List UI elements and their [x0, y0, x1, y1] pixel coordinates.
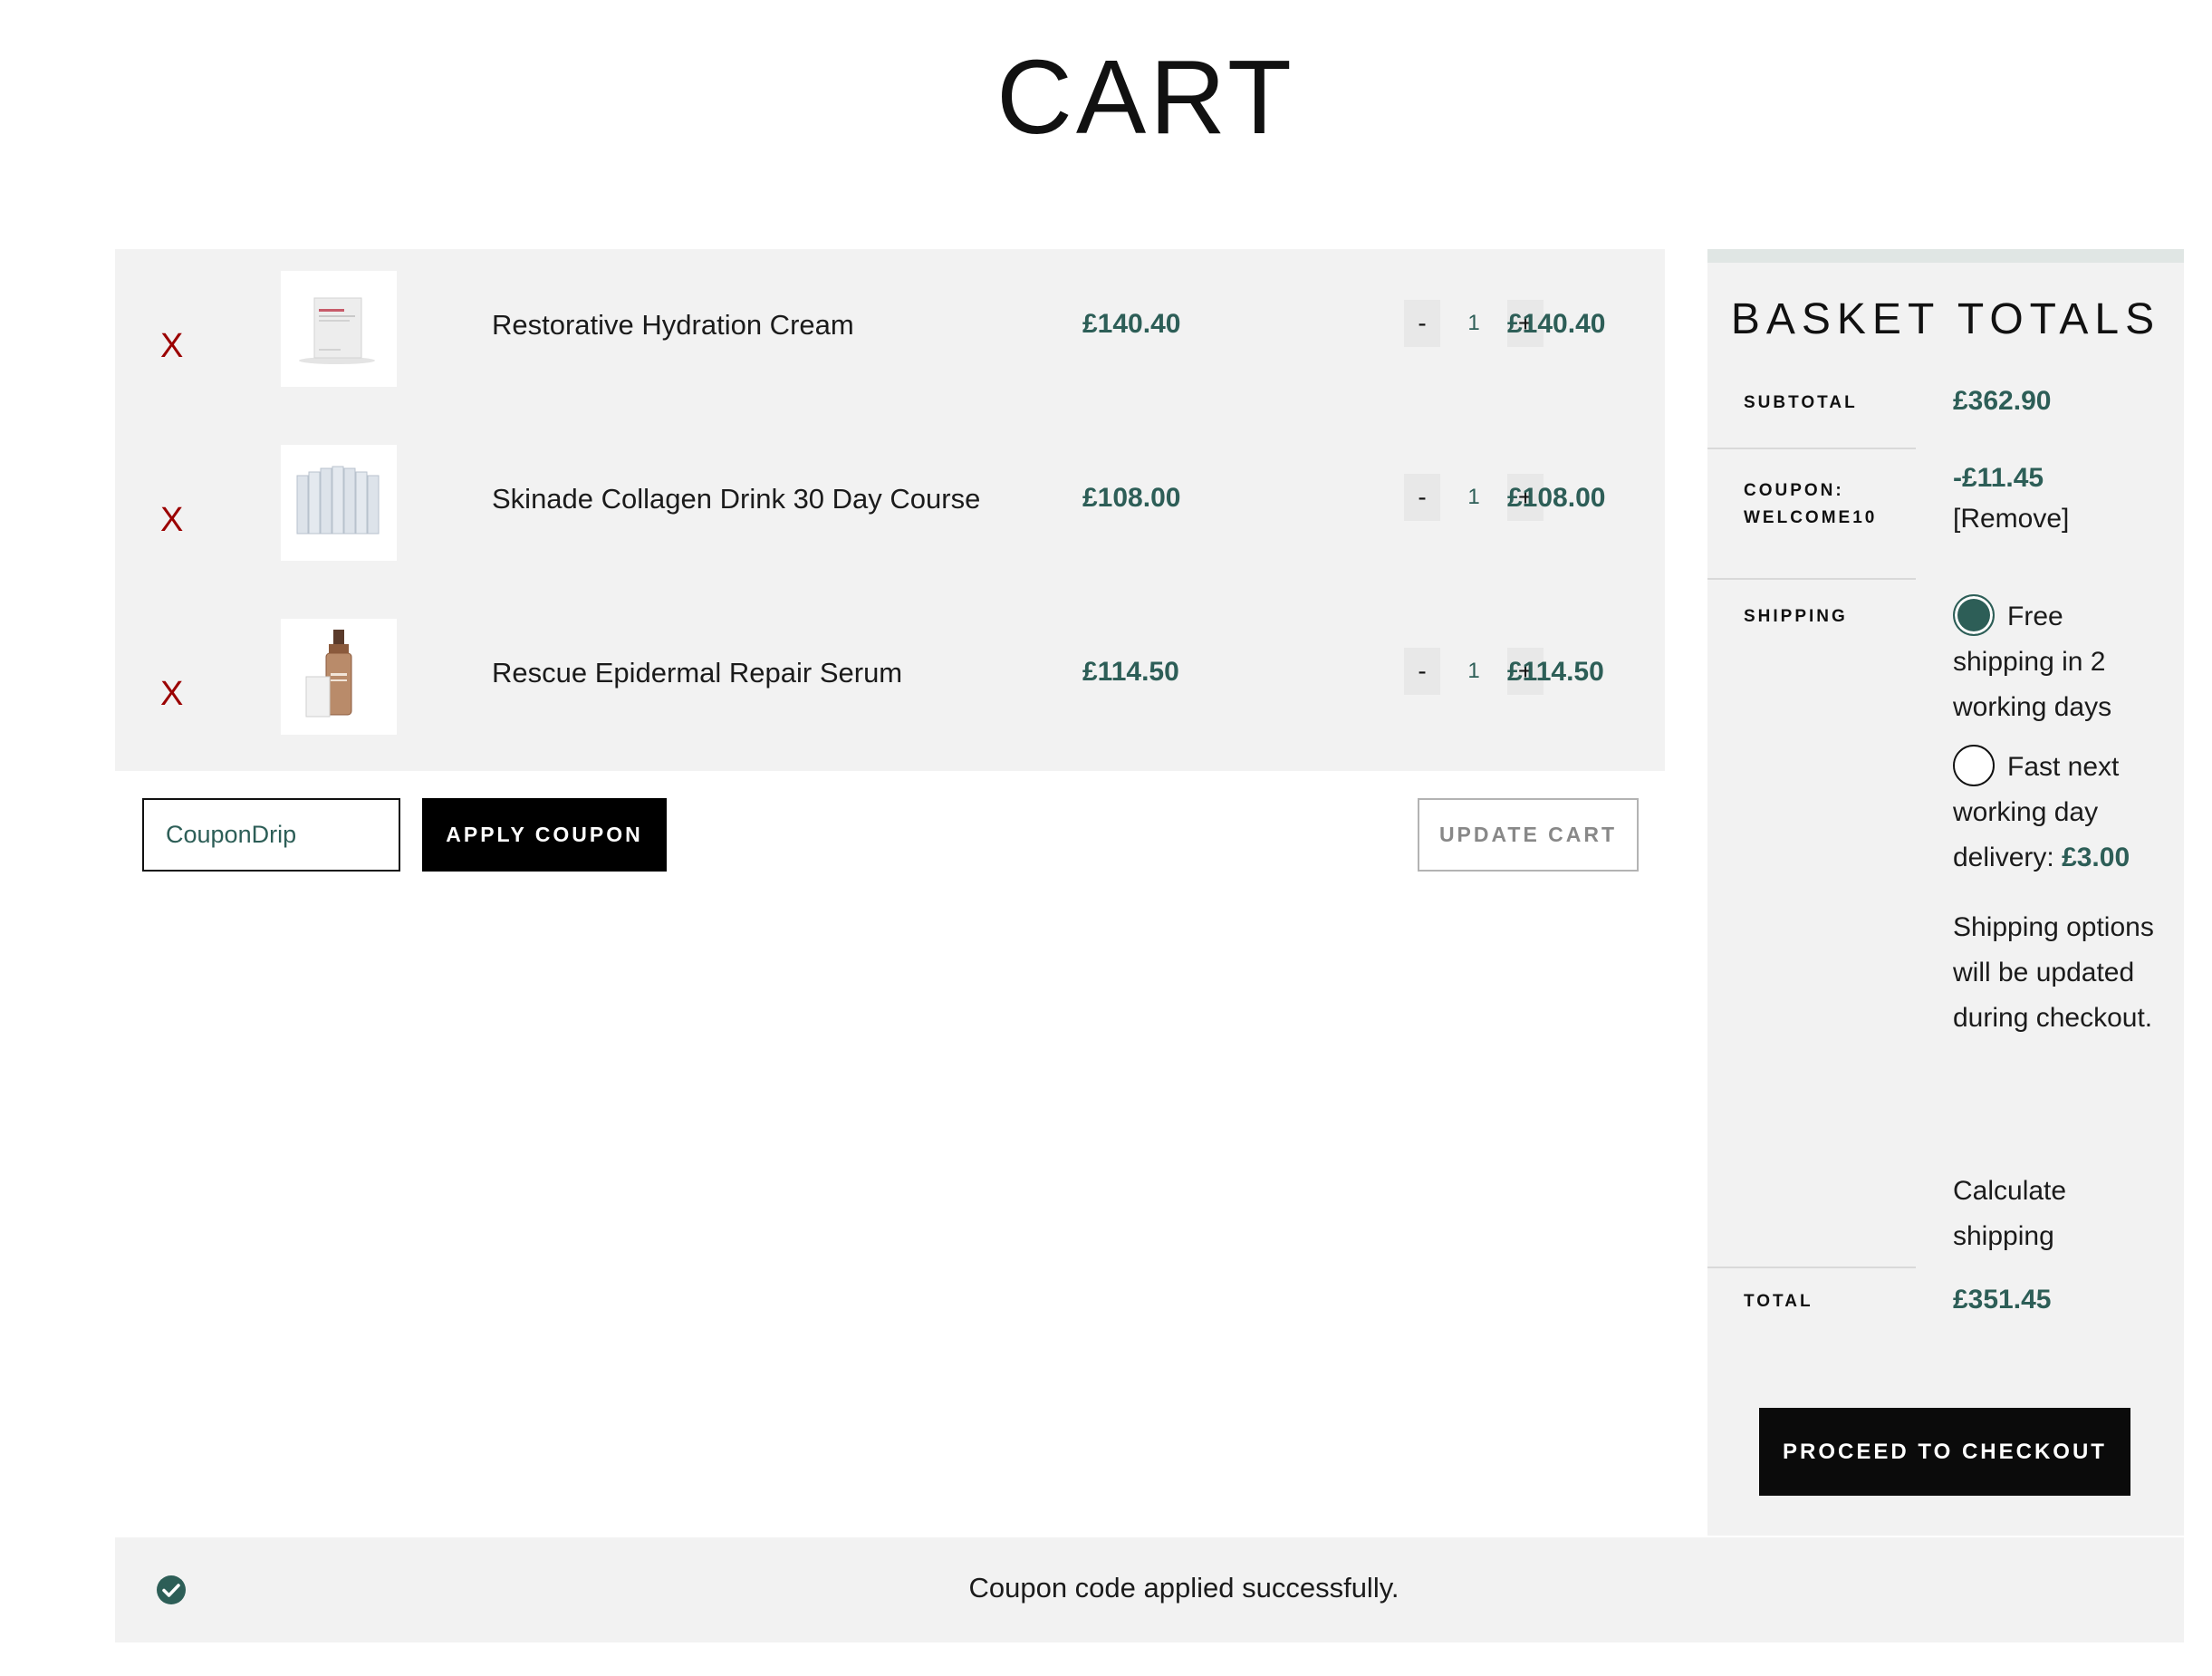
product-serum-bottle-image — [281, 619, 397, 735]
remove-item-icon[interactable]: X — [160, 677, 183, 711]
shipping-option-fast[interactable]: Fast next working day delivery: £3.00 — [1953, 745, 2170, 881]
notice-message: Coupon code applied successfully. — [968, 1572, 1399, 1604]
shipping-radio-unselected[interactable] — [1953, 745, 1995, 787]
coupon-label-prefix: COUPON: — [1744, 481, 1844, 500]
total-label: TOTAL — [1744, 1292, 1813, 1311]
cart-item-row: X Rescue Epidermal Repair Serum £114.50 … — [115, 597, 1665, 771]
calculate-shipping-link[interactable]: Calculate shipping — [1953, 1169, 2170, 1259]
product-sachets-image — [281, 445, 397, 561]
remove-item-icon[interactable]: X — [160, 503, 183, 537]
product-thumbnail[interactable] — [281, 445, 397, 561]
total-value: £351.45 — [1953, 1285, 2052, 1315]
unit-price: £140.40 — [1082, 309, 1181, 339]
cart-item-row: X Skinade Collagen Drink 30 Day Course £… — [115, 423, 1665, 597]
update-cart-button[interactable]: UPDATE CART — [1418, 798, 1639, 872]
cart-item-row: X Restorative Hydration Cream £140.40 - … — [115, 249, 1665, 423]
basket-totals-title: BASKET TOTALS — [1730, 295, 2161, 343]
shipping-radio-selected[interactable] — [1953, 594, 1995, 637]
cart-table: X Restorative Hydration Cream £140.40 - … — [115, 249, 1665, 771]
subtotal-value: £362.90 — [1953, 386, 2052, 416]
qty-input[interactable] — [1454, 648, 1494, 695]
basket-totals-panel: BASKET TOTALS SUBTOTAL £362.90 COUPON: W… — [1707, 249, 2184, 1536]
coupon-discount-value: -£11.45 — [1953, 463, 2044, 493]
product-name-link[interactable]: Restorative Hydration Cream — [492, 309, 854, 342]
line-subtotal: £114.50 — [1507, 657, 1604, 687]
row-divider — [1707, 448, 1916, 449]
product-name-link[interactable]: Skinade Collagen Drink 30 Day Course — [492, 483, 980, 515]
shipping-label: SHIPPING — [1744, 607, 1848, 626]
coupon-label: COUPON: WELCOME10 — [1744, 477, 1877, 532]
apply-coupon-button[interactable]: APPLY COUPON — [422, 798, 667, 872]
coupon-label-code: WELCOME10 — [1744, 508, 1878, 527]
proceed-to-checkout-button[interactable]: PROCEED TO CHECKOUT — [1759, 1408, 2130, 1496]
remove-item-icon[interactable]: X — [160, 329, 183, 363]
qty-input[interactable] — [1454, 300, 1494, 347]
line-subtotal: £140.40 — [1507, 309, 1606, 339]
qty-decrease-button[interactable]: - — [1404, 474, 1440, 521]
coupon-success-notice: Coupon code applied successfully. — [115, 1537, 2184, 1642]
row-divider — [1707, 578, 1916, 580]
page-title: CART — [996, 38, 1295, 156]
qty-input[interactable] — [1454, 474, 1494, 521]
subtotal-label: SUBTOTAL — [1744, 393, 1858, 412]
unit-price: £114.50 — [1082, 657, 1179, 687]
qty-decrease-button[interactable]: - — [1404, 300, 1440, 347]
product-box-image — [281, 271, 397, 387]
shipping-note: Shipping options will be updated during … — [1953, 912, 2154, 1033]
shipping-option-price: £3.00 — [2062, 843, 2130, 872]
unit-price: £108.00 — [1082, 483, 1181, 513]
product-thumbnail[interactable] — [281, 271, 397, 387]
coupon-code-input[interactable] — [142, 798, 400, 872]
line-subtotal: £108.00 — [1507, 483, 1606, 513]
product-thumbnail[interactable] — [281, 619, 397, 735]
product-name-link[interactable]: Rescue Epidermal Repair Serum — [492, 657, 902, 689]
cart-page: CART X Restorative Hydration Cream £140.… — [0, 0, 2212, 1676]
shipping-option-free[interactable]: Free shipping in 2 working days — [1953, 594, 2170, 730]
qty-decrease-button[interactable]: - — [1404, 648, 1440, 695]
remove-coupon-link[interactable]: [Remove] — [1953, 496, 2170, 542]
row-divider — [1707, 1267, 1916, 1268]
